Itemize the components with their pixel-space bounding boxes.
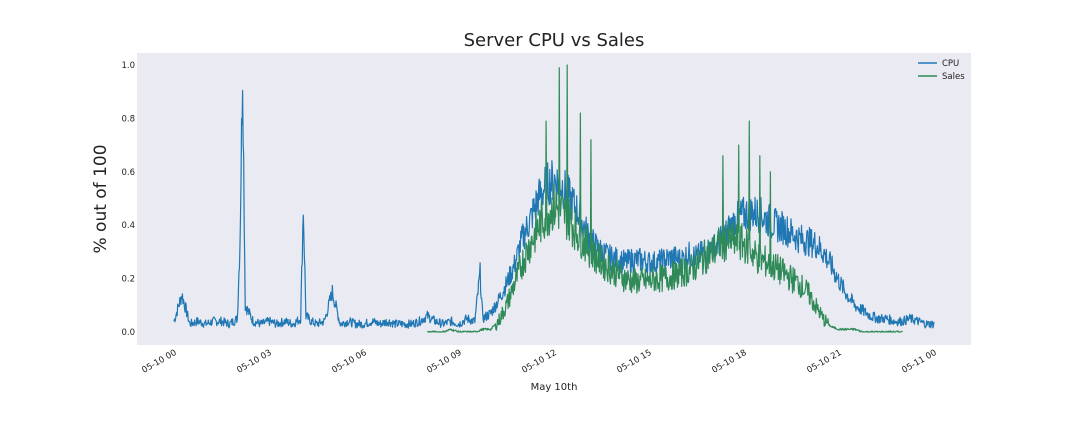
x-axis-label: May 10th (531, 382, 578, 393)
chart-svg: Server CPU vs Sales % out of 100 May 10t… (91, 30, 971, 393)
y-axis-label: % out of 100 (91, 144, 111, 253)
x-tick-label: 05-10 03 (235, 348, 273, 376)
y-tick-label: 0.0 (121, 328, 135, 338)
y-tick-label: 0.8 (121, 114, 135, 124)
x-tick-label: 05-10 12 (520, 348, 558, 376)
x-tick-label: 05-10 15 (615, 348, 653, 376)
y-tick-label: 0.6 (121, 168, 135, 178)
x-tick-label: 05-11 00 (900, 348, 938, 376)
x-tick-label: 05-10 06 (330, 348, 368, 376)
legend-label-sales: Sales (942, 72, 965, 82)
x-tick-label: 05-10 00 (140, 348, 178, 376)
y-tick-label: 0.2 (121, 275, 135, 285)
chart-title: Server CPU vs Sales (464, 30, 645, 51)
y-axis-ticks: 0.0 0.2 0.4 0.6 0.8 1.0 (121, 61, 135, 338)
x-axis-ticks: 05-10 00 05-10 03 05-10 06 05-10 09 05-10 12… (140, 348, 938, 376)
y-tick-label: 0.4 (121, 221, 135, 231)
x-tick-label: 05-10 21 (805, 348, 843, 376)
legend-label-cpu: CPU (942, 59, 959, 69)
x-tick-label: 05-10 18 (710, 348, 748, 376)
y-tick-label: 1.0 (121, 61, 135, 71)
x-tick-label: 05-10 09 (425, 348, 463, 376)
